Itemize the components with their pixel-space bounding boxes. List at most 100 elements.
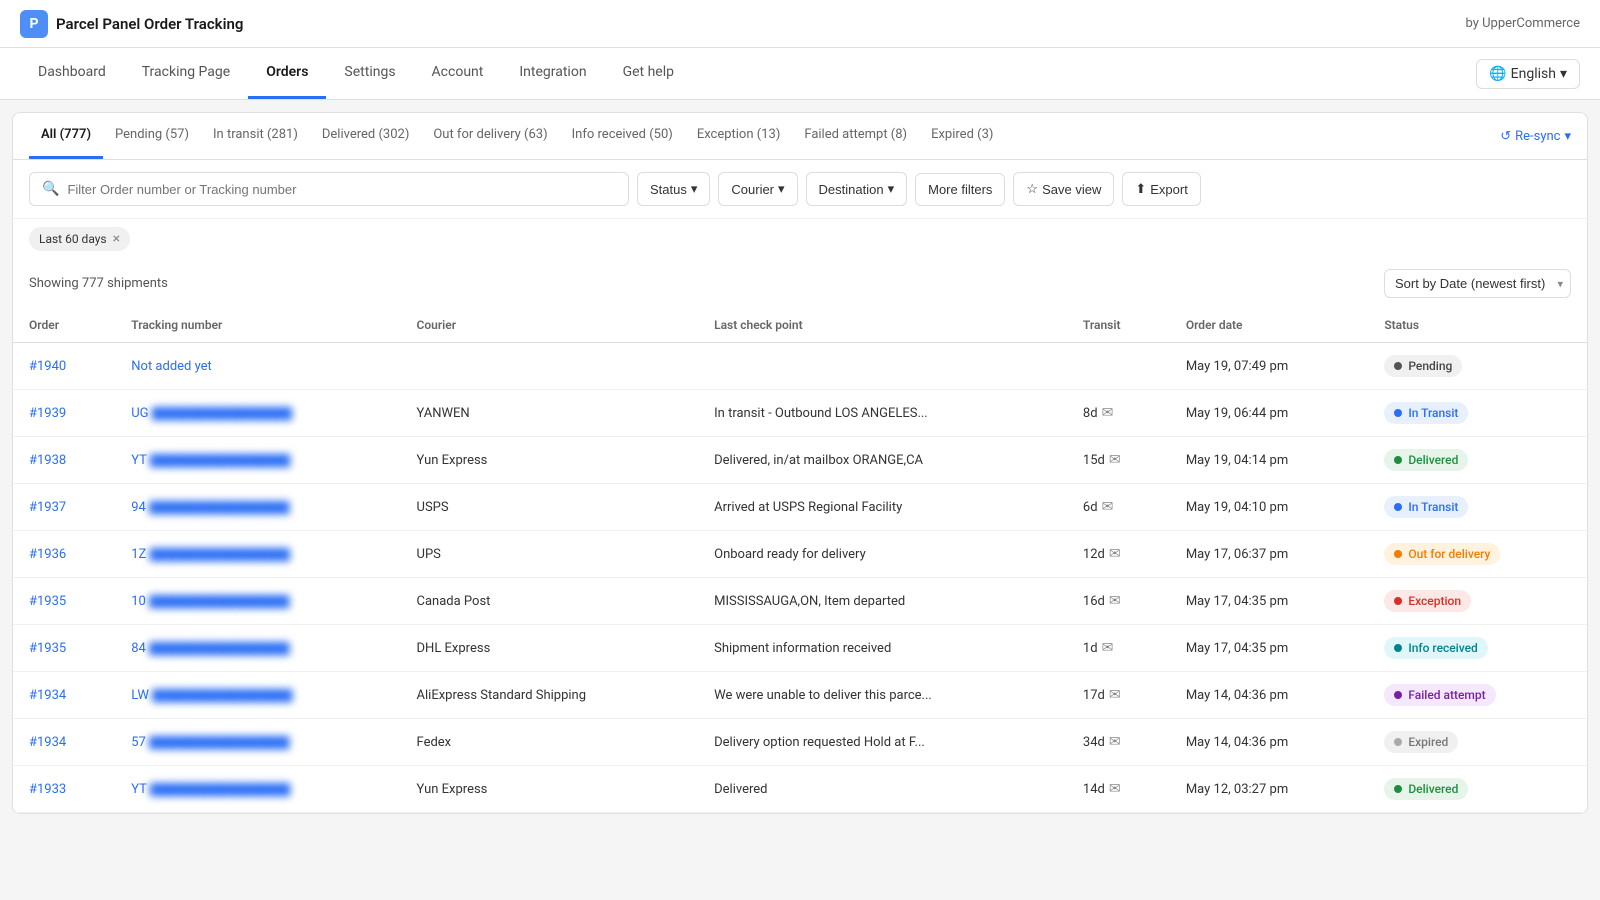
order-link[interactable]: #1933	[29, 782, 66, 797]
resync-button[interactable]: ↺ Re-sync ▾	[1500, 129, 1571, 144]
nav-orders[interactable]: Orders	[248, 48, 326, 99]
tab-info-received[interactable]: Info received (50)	[560, 113, 685, 159]
order-link[interactable]: #1935	[29, 594, 66, 609]
table-row: #193457 ██████████████████FedexDelivery …	[13, 719, 1587, 766]
orders-table: Order Tracking number Courier Last check…	[13, 308, 1587, 813]
nav-settings[interactable]: Settings	[326, 48, 413, 99]
chip-close-icon[interactable]: ×	[113, 231, 120, 247]
status-cell: Exception	[1368, 578, 1587, 625]
table-row: #19361Z ██████████████████UPSOnboard rea…	[13, 531, 1587, 578]
tab-delivered[interactable]: Delivered (302)	[310, 113, 421, 159]
transit-cell: 14d✉	[1067, 766, 1170, 813]
nav-dashboard[interactable]: Dashboard	[20, 48, 124, 99]
col-order: Order	[13, 308, 115, 343]
tab-exception[interactable]: Exception (13)	[685, 113, 793, 159]
export-label: Export	[1150, 182, 1188, 197]
order-link[interactable]: #1937	[29, 500, 66, 515]
status-badge: Pending	[1384, 355, 1462, 377]
order-link[interactable]: #1936	[29, 547, 66, 562]
app-by: by UpperCommerce	[1466, 16, 1581, 31]
order-link[interactable]: #1934	[29, 735, 66, 750]
transit-value: 34d✉	[1083, 734, 1154, 750]
courier-filter-button[interactable]: Courier ▾	[718, 172, 797, 206]
transit-cell: 15d✉	[1067, 437, 1170, 484]
tracking-link[interactable]: 1Z ██████████████████	[131, 547, 290, 562]
courier-cell: Yun Express	[401, 437, 699, 484]
status-cell: Out for delivery	[1368, 531, 1587, 578]
status-filter-label: Status	[650, 182, 687, 197]
more-filters-button[interactable]: More filters	[915, 173, 1005, 206]
status-badge: In Transit	[1384, 402, 1468, 424]
email-icon: ✉	[1109, 593, 1121, 609]
transit-days: 1d	[1083, 641, 1098, 656]
transit-days: 17d	[1083, 688, 1105, 703]
tracking-link[interactable]: 94 ██████████████████	[131, 500, 289, 515]
save-view-button[interactable]: ☆ Save view	[1013, 172, 1114, 206]
status-dot	[1394, 597, 1402, 605]
nav-account[interactable]: Account	[414, 48, 502, 99]
order-link[interactable]: #1938	[29, 453, 66, 468]
tracking-link[interactable]: 10 ██████████████████	[131, 594, 289, 609]
chip-label: Last 60 days	[39, 232, 107, 246]
showing-count: Showing 777 shipments	[29, 276, 168, 291]
status-cell: Delivered	[1368, 437, 1587, 484]
checkpoint-cell	[698, 343, 1067, 390]
status-filter-button[interactable]: Status ▾	[637, 172, 710, 206]
col-transit: Transit	[1067, 308, 1170, 343]
status-label: Expired	[1408, 735, 1448, 749]
tracking-link[interactable]: LW ██████████████████	[131, 688, 292, 703]
status-dot	[1394, 456, 1402, 464]
courier-cell: DHL Express	[401, 625, 699, 672]
courier-cell: AliExpress Standard Shipping	[401, 672, 699, 719]
status-dot	[1394, 362, 1402, 370]
tracking-link[interactable]: YT ██████████████████	[131, 782, 290, 797]
search-box[interactable]: 🔍	[29, 172, 629, 206]
tab-in-transit[interactable]: In transit (281)	[201, 113, 310, 159]
active-filters: Last 60 days ×	[13, 219, 1587, 259]
order-link[interactable]: #1934	[29, 688, 66, 703]
tab-out-for-delivery[interactable]: Out for delivery (63)	[421, 113, 559, 159]
export-button[interactable]: ⬆ Export	[1122, 172, 1200, 206]
nav-integration[interactable]: Integration	[501, 48, 604, 99]
language-selector[interactable]: 🌐 English ▾	[1476, 59, 1580, 89]
date-filter-chip[interactable]: Last 60 days ×	[29, 227, 130, 251]
status-dot	[1394, 503, 1402, 511]
table-row: #1933YT ██████████████████Yun ExpressDel…	[13, 766, 1587, 813]
nav-tracking-page[interactable]: Tracking Page	[124, 48, 248, 99]
status-dot	[1394, 550, 1402, 558]
checkpoint-cell: Arrived at USPS Regional Facility	[698, 484, 1067, 531]
status-label: Delivered	[1408, 782, 1458, 796]
transit-value: 1d ✉	[1083, 640, 1154, 656]
tab-failed-attempt[interactable]: Failed attempt (8)	[792, 113, 919, 159]
sort-select[interactable]: Sort by Date (newest first) Sort by Date…	[1384, 269, 1571, 298]
destination-filter-button[interactable]: Destination ▾	[806, 172, 908, 206]
nav-get-help[interactable]: Get help	[605, 48, 692, 99]
tracking-link[interactable]: YT ██████████████████	[131, 453, 290, 468]
table-row: #193510 ██████████████████Canada PostMIS…	[13, 578, 1587, 625]
transit-cell: 6d✉	[1067, 484, 1170, 531]
tracking-link[interactable]: 84 ██████████████████	[131, 641, 289, 656]
checkpoint-cell: Shipment information received	[698, 625, 1067, 672]
order-link[interactable]: #1939	[29, 406, 66, 421]
search-input[interactable]	[67, 182, 616, 197]
status-cell: Expired	[1368, 719, 1587, 766]
email-icon: ✉	[1102, 640, 1114, 656]
table-row: #193794 ██████████████████USPSArrived at…	[13, 484, 1587, 531]
main-content: All (777) Pending (57) In transit (281) …	[12, 112, 1588, 814]
status-cell: Pending	[1368, 343, 1587, 390]
tracking-link[interactable]: UG ██████████████████	[131, 406, 292, 421]
tab-all[interactable]: All (777)	[29, 113, 103, 159]
tracking-link[interactable]: Not added yet	[131, 359, 212, 374]
transit-days: 15d	[1083, 453, 1105, 468]
order-link[interactable]: #1940	[29, 359, 66, 374]
transit-cell: 17d✉	[1067, 672, 1170, 719]
tracking-link[interactable]: 57 ██████████████████	[131, 735, 289, 750]
transit-value: 15d✉	[1083, 452, 1154, 468]
status-badge: Failed attempt	[1384, 684, 1495, 706]
order-link[interactable]: #1935	[29, 641, 66, 656]
transit-cell: 8d✉	[1067, 390, 1170, 437]
courier-filter-label: Courier	[731, 182, 774, 197]
tab-pending[interactable]: Pending (57)	[103, 113, 201, 159]
status-dot	[1394, 738, 1402, 746]
tab-expired[interactable]: Expired (3)	[919, 113, 1005, 159]
